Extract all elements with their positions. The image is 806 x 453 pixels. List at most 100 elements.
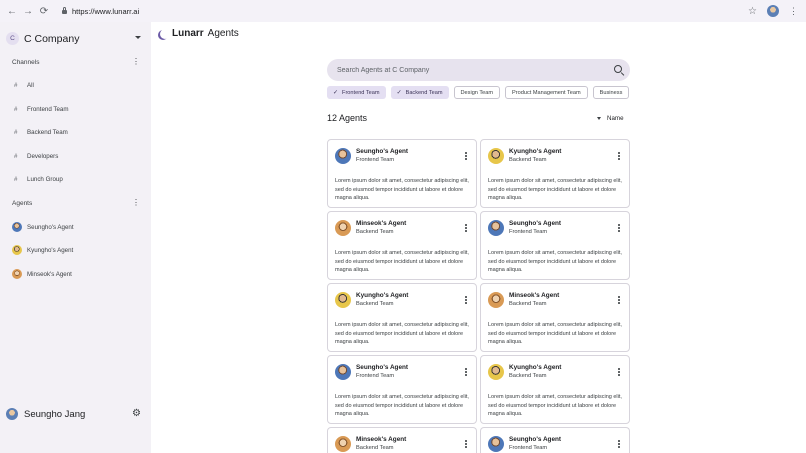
avatar (12, 269, 22, 279)
agent-description: Lorem ipsum dolor sit amet, consectetur … (488, 322, 622, 345)
agents-heading: Agents (12, 199, 33, 207)
card-kebab-icon[interactable] (618, 440, 620, 448)
filter-chip-business[interactable]: Business (592, 86, 630, 99)
search-icon[interactable] (614, 65, 622, 73)
forward-arrow-icon[interactable]: → (20, 0, 36, 22)
agent-card[interactable]: Minseok's Agent Backend Team Lorem ipsum… (480, 283, 630, 352)
agent-description: Lorem ipsum dolor sit amet, consectetur … (335, 322, 469, 345)
agent-name: Kyungho's Agent (356, 292, 409, 299)
card-kebab-icon[interactable] (465, 440, 467, 448)
address-bar[interactable]: https://www.lunarr.ai (62, 7, 139, 16)
workspace-avatar: C (6, 32, 19, 45)
browser-menu-kebab-icon[interactable]: ⋮ (789, 6, 798, 17)
agent-name: Seungho's Agent (356, 148, 409, 155)
channels-heading: Channels (12, 58, 40, 66)
chip-label: Product Management Team (512, 89, 581, 96)
agent-team: Backend Team (356, 445, 394, 451)
sort-control[interactable]: Name (597, 115, 624, 122)
card-kebab-icon[interactable] (618, 152, 620, 160)
card-kebab-icon[interactable] (618, 368, 620, 376)
card-kebab-icon[interactable] (465, 224, 467, 232)
agents-header: Agents ⋮ (12, 199, 140, 207)
filter-chip-backend-team[interactable]: ✓ Backend Team (390, 86, 449, 99)
filter-chip-design-team[interactable]: Design Team (453, 86, 501, 99)
back-arrow-icon[interactable]: ← (4, 0, 20, 22)
sidebar-channel-all[interactable]: # All (14, 82, 34, 89)
agent-team: Frontend Team (356, 373, 395, 379)
avatar (488, 436, 504, 452)
agent-card[interactable]: Kyungho's Agent Backend Team Lorem ipsum… (480, 355, 630, 424)
workspace-switcher[interactable]: C C Company (6, 32, 141, 45)
card-kebab-icon[interactable] (465, 368, 467, 376)
agent-name: Kyungho's Agent (509, 364, 562, 371)
agent-card[interactable]: Seungho's Agent Frontend Team (480, 427, 630, 453)
chevron-down-icon[interactable] (135, 36, 141, 39)
agent-team: Backend Team (509, 373, 547, 379)
card-kebab-icon[interactable] (465, 152, 467, 160)
agent-card[interactable]: Seungho's Agent Frontend Team Lorem ipsu… (480, 211, 630, 280)
card-kebab-icon[interactable] (465, 296, 467, 304)
avatar (335, 220, 351, 236)
sidebar: C C Company Channels ⋮ # All # Frontend … (0, 22, 151, 453)
channel-label: Developers (27, 153, 59, 160)
avatar (12, 222, 22, 232)
agent-label: Kyungho's Agent (27, 246, 74, 254)
lock-icon (62, 7, 67, 14)
agent-team: Frontend Team (509, 445, 548, 451)
filter-chip-product-management-team[interactable]: Product Management Team (505, 86, 588, 99)
agent-description: Lorem ipsum dolor sit amet, consectetur … (488, 178, 622, 201)
sidebar-agent-kyungho[interactable]: Kyungho's Agent (12, 245, 73, 255)
agent-description: Lorem ipsum dolor sit amet, consectetur … (488, 250, 622, 273)
current-user[interactable]: Seungho Jang ⚙ (6, 408, 141, 420)
card-kebab-icon[interactable] (618, 224, 620, 232)
avatar (335, 436, 351, 452)
url-text: https://www.lunarr.ai (72, 6, 140, 16)
agent-description: Lorem ipsum dolor sit amet, consectetur … (335, 250, 469, 273)
agent-team: Backend Team (509, 301, 547, 307)
agent-card[interactable]: Minseok's Agent Backend Team Lorem ipsum… (327, 211, 477, 280)
channels-kebab-icon[interactable]: ⋮ (132, 58, 140, 66)
agent-name: Minseok's Agent (356, 436, 407, 443)
agent-card[interactable]: Seungho's Agent Frontend Team Lorem ipsu… (327, 139, 477, 208)
agent-team: Frontend Team (356, 157, 395, 163)
sort-label: Name (607, 115, 624, 122)
agent-card[interactable]: Minseok's Agent Backend Team (327, 427, 477, 453)
chip-label: Frontend Team (342, 89, 380, 96)
agents-kebab-icon[interactable]: ⋮ (132, 199, 140, 207)
channel-label: Lunch Group (27, 176, 63, 183)
agent-card[interactable]: Seungho's Agent Frontend Team Lorem ipsu… (327, 355, 477, 424)
filter-chip-frontend-team[interactable]: ✓ Frontend Team (327, 86, 386, 99)
agent-card[interactable]: Kyungho's Agent Backend Team Lorem ipsum… (480, 139, 630, 208)
gear-icon[interactable]: ⚙ (132, 408, 141, 419)
card-kebab-icon[interactable] (618, 296, 620, 304)
star-icon[interactable]: ☆ (748, 6, 757, 17)
agent-card[interactable]: Kyungho's Agent Backend Team Lorem ipsum… (327, 283, 477, 352)
browser-profile-avatar[interactable] (767, 5, 779, 17)
agent-name: Minseok's Agent (356, 220, 407, 227)
hash-icon: # (14, 82, 18, 89)
results-count: 12 Agents (327, 113, 368, 123)
sidebar-channel-frontend-team[interactable]: # Frontend Team (14, 106, 69, 113)
agent-team: Frontend Team (509, 229, 548, 235)
avatar (488, 292, 504, 308)
agent-description: Lorem ipsum dolor sit amet, consectetur … (335, 178, 469, 201)
reload-icon[interactable]: ⟳ (36, 0, 52, 22)
sidebar-channel-lunch-group[interactable]: # Lunch Group (14, 176, 63, 183)
filter-chips: ✓ Frontend Team ✓ Backend Team Design Te… (327, 86, 630, 99)
channel-label: Frontend Team (27, 106, 69, 113)
search-input[interactable] (337, 66, 607, 74)
sidebar-channel-developers[interactable]: # Developers (14, 153, 58, 160)
hash-icon: # (14, 106, 18, 113)
avatar (488, 364, 504, 380)
avatar (6, 408, 18, 420)
sidebar-agent-seungho[interactable]: Seungho's Agent (12, 222, 74, 232)
sort-caret-icon (597, 117, 601, 120)
agent-name: Kyungho's Agent (509, 148, 562, 155)
avatar (488, 220, 504, 236)
brand-name: Lunarr (172, 28, 204, 39)
search-bar (327, 59, 630, 81)
hash-icon: # (14, 153, 18, 160)
chip-label: Backend Team (405, 89, 443, 96)
sidebar-channel-backend-team[interactable]: # Backend Team (14, 129, 68, 136)
sidebar-agent-minseok[interactable]: Minseok's Agent (12, 269, 72, 279)
